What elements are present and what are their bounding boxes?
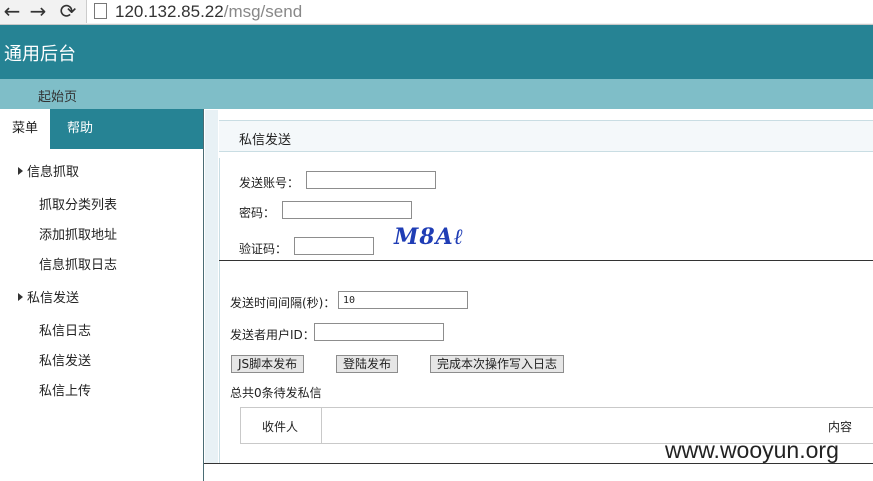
tab-help[interactable]: 帮助: [50, 109, 110, 149]
sender-id-input[interactable]: [314, 323, 444, 341]
pending-count-text: 总共0条待发私信: [230, 386, 322, 400]
sidebar-item-message-upload[interactable]: 私信上传: [39, 380, 91, 399]
forward-arrow-icon[interactable]: →: [26, 0, 50, 24]
url-host: 120.132.85.22: [115, 2, 224, 21]
captcha-image[interactable]: M8Aℓ: [394, 224, 464, 250]
sidebar-item-message-log[interactable]: 私信日志: [39, 320, 91, 339]
interval-input[interactable]: 10: [338, 291, 468, 309]
captcha-label: 验证码：: [239, 242, 288, 256]
js-publish-button[interactable]: JS脚本发布: [231, 355, 305, 373]
content-gutter: [205, 110, 218, 463]
tab-menu[interactable]: 菜单: [0, 109, 50, 150]
sidebar: 菜单 帮助 信息抓取 抓取分类列表 添加抓取地址 信息抓取日志 私信发送 私信日…: [0, 109, 204, 481]
page-icon: [94, 3, 107, 19]
reload-icon[interactable]: ⟳: [56, 0, 80, 24]
column-divider: [321, 408, 322, 443]
captcha-input[interactable]: [294, 237, 374, 255]
address-bar[interactable]: 120.132.85.22/msg/send: [86, 0, 873, 23]
browser-toolbar: ← → ⟳ 120.132.85.22/msg/send: [0, 0, 873, 25]
watermark: www.wooyun.org: [665, 437, 839, 463]
column-header-recipient: 收件人: [262, 420, 299, 434]
back-arrow-icon[interactable]: ←: [0, 0, 24, 24]
menu-group-label: 信息抓取: [27, 165, 80, 180]
account-label: 发送账号：: [239, 176, 300, 190]
url-path: /msg/send: [223, 2, 303, 21]
panel-header: 私信发送: [219, 120, 873, 152]
sidebar-tabbar: 菜单 帮助: [0, 109, 203, 150]
menu-group-label: 私信发送: [27, 291, 80, 306]
home-link[interactable]: 起始页: [38, 86, 77, 105]
caret-right-icon: [18, 293, 23, 301]
menu-group-crawl[interactable]: 信息抓取: [18, 161, 79, 180]
sidebar-item-message-send[interactable]: 私信发送: [39, 350, 91, 369]
caret-right-icon: [18, 167, 23, 175]
sidebar-item-crawl-log[interactable]: 信息抓取日志: [39, 254, 117, 273]
sidebar-item-add-crawl-url[interactable]: 添加抓取地址: [39, 224, 117, 243]
write-log-button[interactable]: 完成本次操作写入日志: [430, 355, 565, 373]
page-title: 私信发送: [239, 133, 292, 148]
sender-id-label: 发送者用户ID：: [230, 328, 315, 342]
account-input[interactable]: [306, 171, 436, 189]
sub-nav: 起始页: [0, 79, 873, 109]
app-title: 通用后台: [4, 44, 76, 65]
interval-label: 发送时间间隔(秒)：: [230, 296, 336, 310]
sidebar-item-crawl-categories[interactable]: 抓取分类列表: [39, 194, 117, 213]
login-publish-button[interactable]: 登陆发布: [336, 355, 399, 373]
form-divider: [219, 260, 873, 261]
password-label: 密码：: [239, 206, 276, 220]
menu-group-message[interactable]: 私信发送: [18, 287, 79, 306]
password-input[interactable]: [282, 201, 412, 219]
column-header-content: 内容: [828, 420, 853, 434]
app-header: 通用后台: [0, 25, 873, 79]
